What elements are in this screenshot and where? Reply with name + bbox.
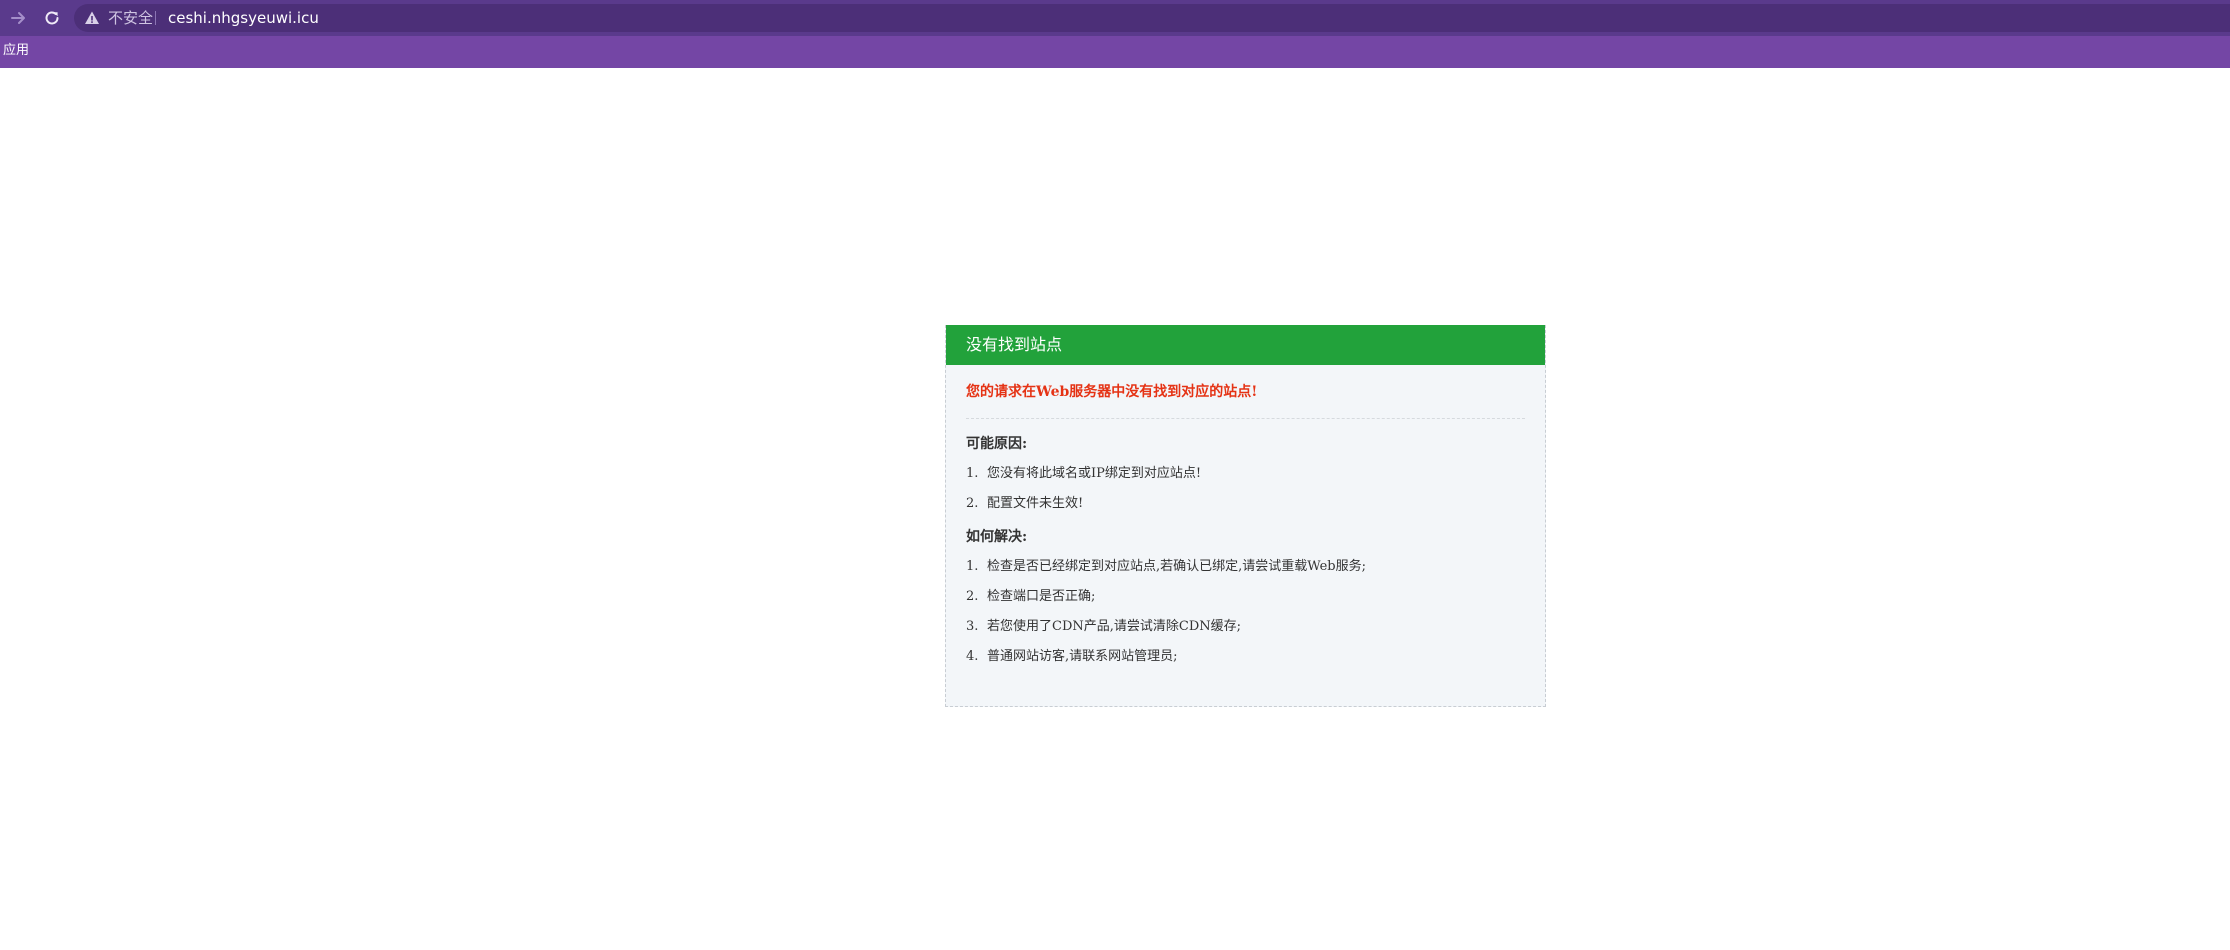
url-text[interactable]: ceshi.nhgsyeuwi.icu <box>168 4 319 32</box>
bookmark-apps[interactable]: 应用 <box>3 36 29 68</box>
arrow-right-icon <box>11 12 25 24</box>
solution-item: 3. 若您使用了CDN产品,请尝试清除CDN缓存; <box>966 618 1525 636</box>
card-body: 您的请求在Web服务器中没有找到对应的站点! 可能原因: 1. 您没有将此域名或I… <box>946 383 1545 666</box>
forward-button[interactable] <box>4 4 34 32</box>
card-title: 没有找到站点 <box>946 325 1545 365</box>
reason-text: 您没有将此域名或IP绑定到对应站点! <box>987 466 1202 481</box>
address-bar[interactable]: 不安全 ceshi.nhgsyeuwi.icu <box>74 4 2230 32</box>
security-status-label[interactable]: 不安全 <box>108 4 153 32</box>
reason-number: 2. <box>966 496 979 511</box>
solution-item: 4. 普通网站访客,请联系网站管理员; <box>966 648 1525 666</box>
reload-button[interactable] <box>37 4 67 32</box>
address-separator <box>155 11 156 25</box>
reasons-title: 可能原因: <box>966 436 1028 452</box>
solutions-title: 如何解决: <box>966 529 1028 545</box>
solution-text: 检查是否已经绑定到对应站点,若确认已绑定,请尝试重载Web服务; <box>987 559 1366 574</box>
solution-item: 2. 检查端口是否正确; <box>966 588 1525 606</box>
reason-text: 配置文件未生效! <box>987 496 1084 511</box>
divider <box>966 418 1525 419</box>
browser-toolbar: 不安全 ceshi.nhgsyeuwi.icu <box>0 0 2230 36</box>
reload-icon <box>45 11 59 25</box>
solution-text: 普通网站访客,请联系网站管理员; <box>987 649 1178 664</box>
site-not-found-card: 没有找到站点 您的请求在Web服务器中没有找到对应的站点! 可能原因: 1. 您没… <box>945 325 1546 707</box>
solution-number: 2. <box>966 589 979 604</box>
reason-number: 1. <box>966 466 979 481</box>
solution-number: 1. <box>966 559 979 574</box>
solution-text: 检查端口是否正确; <box>987 589 1096 604</box>
bookmarks-bar: 应用 <box>0 36 2230 68</box>
error-alert-message: 您的请求在Web服务器中没有找到对应的站点! <box>966 384 1258 400</box>
reason-item: 1. 您没有将此域名或IP绑定到对应站点! <box>966 465 1525 483</box>
warning-triangle-icon[interactable] <box>84 10 100 26</box>
solution-item: 1. 检查是否已经绑定到对应站点,若确认已绑定,请尝试重载Web服务; <box>966 558 1525 576</box>
reason-item: 2. 配置文件未生效! <box>966 495 1525 513</box>
solution-number: 4. <box>966 649 979 664</box>
solution-text: 若您使用了CDN产品,请尝试清除CDN缓存; <box>987 619 1242 634</box>
solution-number: 3. <box>966 619 979 634</box>
